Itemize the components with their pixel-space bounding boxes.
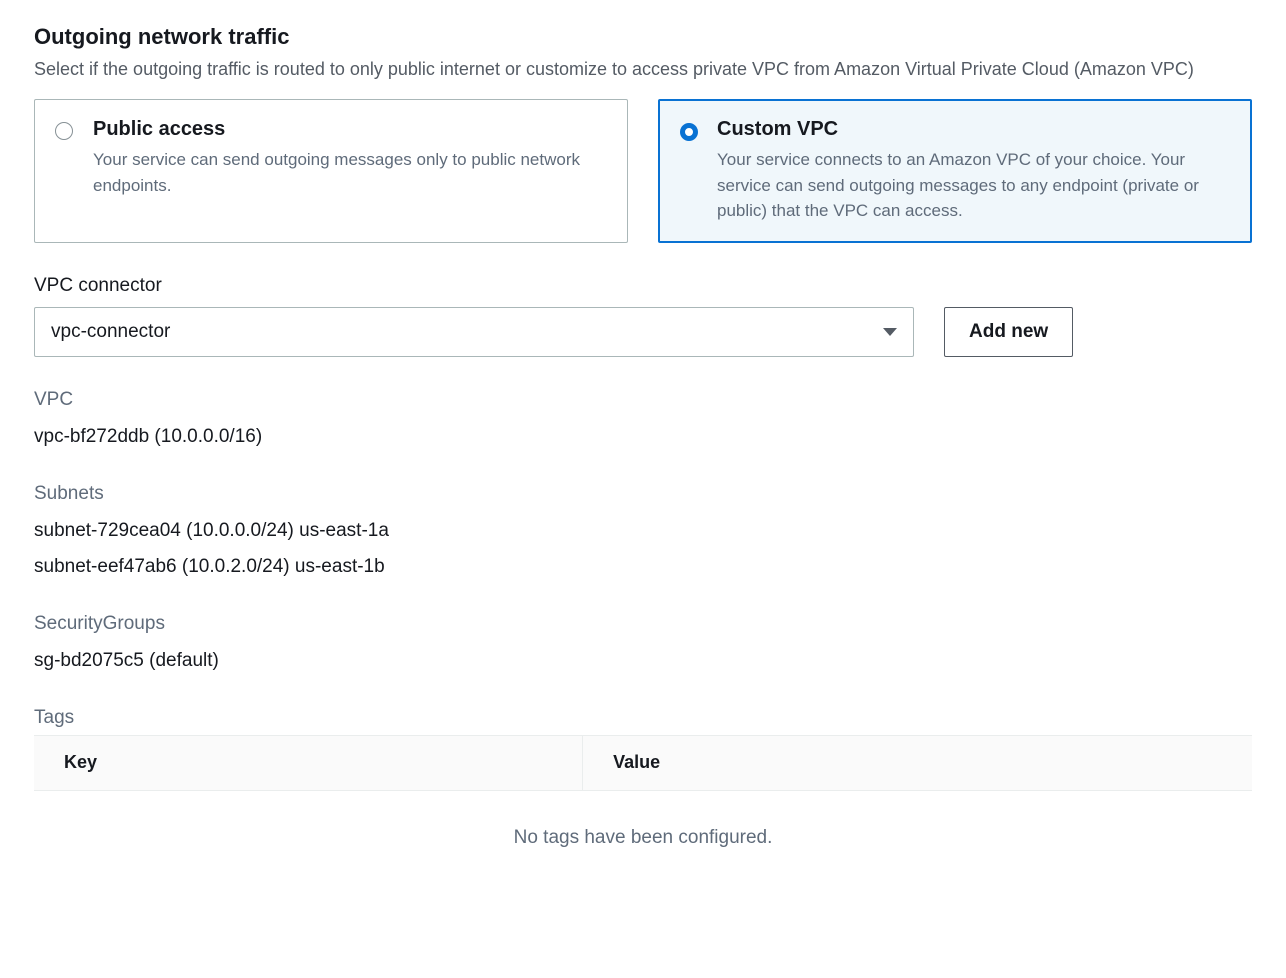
vpc-connector-selected-value: vpc-connector <box>51 321 170 343</box>
tags-table-header: Key Value <box>34 735 1252 791</box>
section-description: Select if the outgoing traffic is routed… <box>34 56 1252 83</box>
security-groups-value: sg-bd2075c5 (default) <box>34 643 1252 679</box>
subnet-value: subnet-eef47ab6 (10.0.2.0/24) us-east-1b <box>34 549 1252 585</box>
subnet-value: subnet-729cea04 (10.0.0.0/24) us-east-1a <box>34 513 1252 549</box>
radio-icon <box>55 122 73 140</box>
tags-label: Tags <box>34 707 1252 729</box>
custom-vpc-title: Custom VPC <box>717 118 1231 141</box>
public-access-description: Your service can send outgoing messages … <box>93 147 607 198</box>
vpc-label: VPC <box>34 389 1252 411</box>
vpc-value: vpc-bf272ddb (10.0.0.0/16) <box>34 419 1252 455</box>
vpc-connector-label: VPC connector <box>34 275 1252 297</box>
vpc-connector-select[interactable]: vpc-connector <box>34 307 914 357</box>
tags-column-key: Key <box>34 752 582 773</box>
security-groups-info-block: SecurityGroups sg-bd2075c5 (default) <box>34 613 1252 679</box>
security-groups-label: SecurityGroups <box>34 613 1252 635</box>
radio-icon <box>680 123 698 141</box>
tags-empty-message: No tags have been configured. <box>34 791 1252 873</box>
outgoing-network-traffic-section: Outgoing network traffic Select if the o… <box>34 24 1252 873</box>
chevron-down-icon <box>883 328 897 336</box>
public-access-title: Public access <box>93 118 607 141</box>
tags-section: Tags Key Value No tags have been configu… <box>34 707 1252 873</box>
custom-vpc-description: Your service connects to an Amazon VPC o… <box>717 147 1231 224</box>
vpc-info-block: VPC vpc-bf272ddb (10.0.0.0/16) <box>34 389 1252 455</box>
subnets-info-block: Subnets subnet-729cea04 (10.0.0.0/24) us… <box>34 483 1252 585</box>
add-new-button[interactable]: Add new <box>944 307 1073 357</box>
vpc-connector-row: vpc-connector Add new <box>34 307 1252 357</box>
public-access-option[interactable]: Public access Your service can send outg… <box>34 99 628 243</box>
tags-column-value: Value <box>582 736 1252 790</box>
custom-vpc-option[interactable]: Custom VPC Your service connects to an A… <box>658 99 1252 243</box>
network-option-group: Public access Your service can send outg… <box>34 99 1252 243</box>
section-title: Outgoing network traffic <box>34 24 1252 50</box>
subnets-label: Subnets <box>34 483 1252 505</box>
